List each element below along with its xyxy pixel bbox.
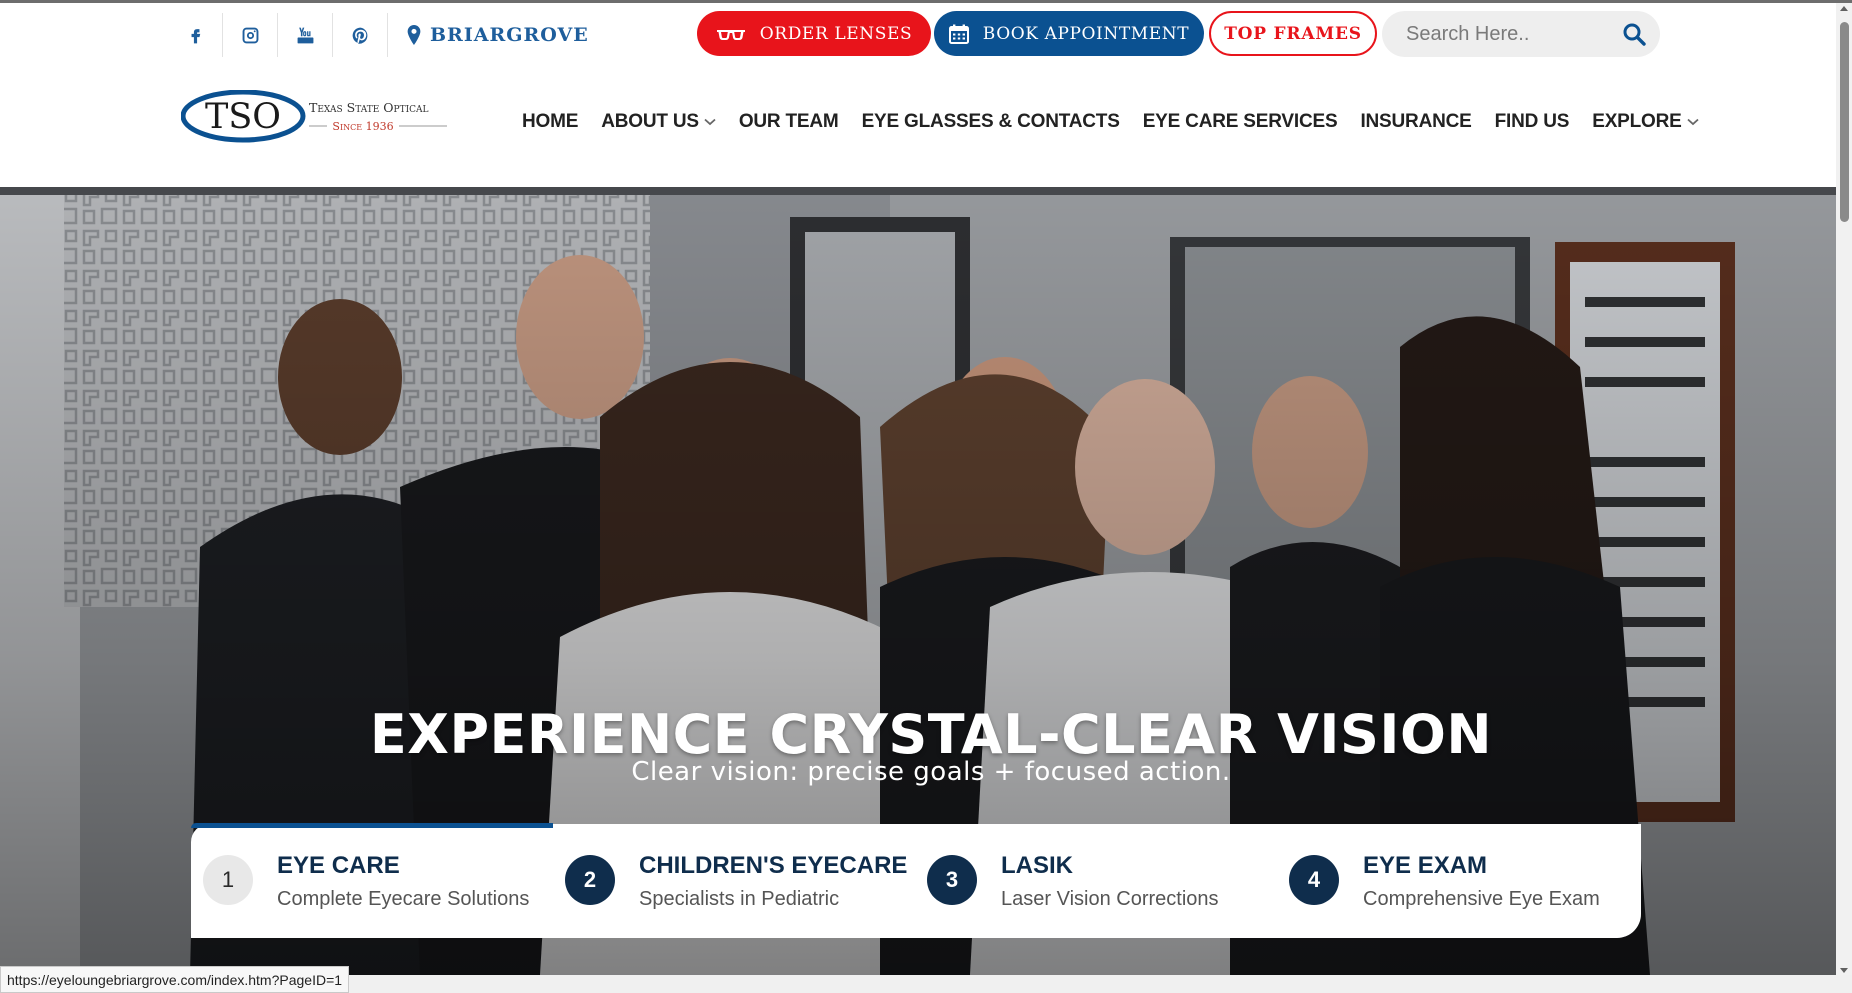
service-title: EYE CARE (277, 852, 400, 879)
chevron-down-icon (704, 118, 716, 126)
pinterest-icon[interactable] (333, 13, 388, 57)
services-strip: 1 EYE CARE Complete Eyecare Solutions 2 … (191, 824, 1641, 938)
link-status-bar: https://eyeloungebriargrove.com/index.ht… (0, 966, 350, 993)
order-lenses-label: ORDER LENSES (759, 23, 913, 44)
nav-item-find-us[interactable]: FIND US (1495, 111, 1570, 133)
tso-logo[interactable]: TSO Texas State Optical Since 1936 (180, 89, 451, 144)
nav-item-label: FIND US (1494, 111, 1570, 132)
location-link[interactable]: BRIARGROVE (388, 24, 589, 46)
service-description: Comprehensive Eye Exam (1363, 888, 1600, 910)
service-title: EYE EXAM (1363, 852, 1488, 879)
location-label: BRIARGROVE (430, 24, 589, 46)
service-description: Laser Vision Corrections (1001, 888, 1219, 910)
service-title: CHILDREN'S EYECARE (639, 852, 908, 879)
service-description: Complete Eyecare Solutions (277, 888, 530, 910)
nav-item-label: EYE GLASSES & CONTACTS (861, 111, 1120, 132)
nav-item-eye-care-services[interactable]: EYE CARE SERVICES (1143, 111, 1338, 133)
top-frames-button[interactable]: TOP FRAMES (1209, 11, 1377, 56)
scroll-up-arrow-icon[interactable] (1840, 6, 1848, 11)
logo-mark: TSO (205, 97, 281, 137)
nav-item-our-team[interactable]: OUR TEAM (739, 111, 839, 133)
service-number: 4 (1289, 855, 1339, 905)
service-title: LASIK (1001, 852, 1073, 879)
hero-subtitle: Clear vision: precise goals + focused ac… (631, 757, 1231, 787)
logo-tagline: Since 1936 (332, 120, 393, 133)
nav-item-label: OUR TEAM (738, 111, 839, 132)
main-navigation: HOME ABOUT US OUR TEAM EYE GLASSES & CON… (522, 100, 1722, 144)
social-links: BRIARGROVE (168, 13, 589, 57)
logo-name: Texas State Optical (309, 100, 429, 115)
service-description: Specialists in Pediatric (639, 888, 840, 910)
chevron-down-icon (1687, 118, 1699, 126)
scroll-down-arrow-icon[interactable] (1840, 968, 1848, 973)
nav-item-label: INSURANCE (1360, 111, 1472, 132)
order-lenses-button[interactable]: ORDER LENSES (697, 11, 931, 56)
map-pin-icon (407, 25, 421, 45)
nav-item-eye-glasses-contacts[interactable]: EYE GLASSES & CONTACTS (862, 111, 1120, 133)
search-box (1382, 11, 1660, 57)
youtube-icon[interactable] (278, 13, 333, 57)
facebook-icon[interactable] (168, 13, 223, 57)
service-eye-care[interactable]: 1 EYE CARE Complete Eyecare Solutions (191, 824, 553, 938)
service-number: 1 (203, 855, 253, 905)
nav-item-insurance[interactable]: INSURANCE (1360, 111, 1471, 133)
active-service-indicator (191, 823, 553, 828)
search-input[interactable] (1406, 22, 1621, 46)
status-url: https://eyeloungebriargrove.com/index.ht… (7, 971, 343, 988)
glasses-icon (716, 29, 745, 40)
search-icon[interactable] (1622, 22, 1646, 46)
nav-item-home[interactable]: HOME (522, 111, 578, 133)
nav-item-label: EXPLORE (1592, 111, 1682, 132)
nav-item-label: HOME (522, 111, 579, 132)
scrollbar-thumb[interactable] (1840, 22, 1849, 222)
service-childrens-eyecare[interactable]: 2 CHILDREN'S EYECARE Specialists in Pedi… (553, 824, 915, 938)
service-eye-exam[interactable]: 4 EYE EXAM Comprehensive Eye Exam (1277, 824, 1639, 938)
nav-item-about-us[interactable]: ABOUT US (601, 111, 716, 133)
service-lasik[interactable]: 3 LASIK Laser Vision Corrections (915, 824, 1277, 938)
service-number: 2 (565, 855, 615, 905)
book-appointment-button[interactable]: BOOK APPOINTMENT (934, 11, 1204, 56)
nav-item-label: EYE CARE SERVICES (1142, 111, 1338, 132)
top-utility-bar: BRIARGROVE ORDER LENSES BOOK APPOINTMENT… (0, 3, 1836, 65)
calendar-icon (948, 24, 969, 44)
nav-item-label: ABOUT US (601, 111, 699, 132)
book-appointment-label: BOOK APPOINTMENT (982, 23, 1190, 44)
nav-item-explore[interactable]: EXPLORE (1592, 111, 1699, 133)
top-frames-label: TOP FRAMES (1224, 23, 1362, 44)
instagram-icon[interactable] (223, 13, 278, 57)
service-number: 3 (927, 855, 977, 905)
